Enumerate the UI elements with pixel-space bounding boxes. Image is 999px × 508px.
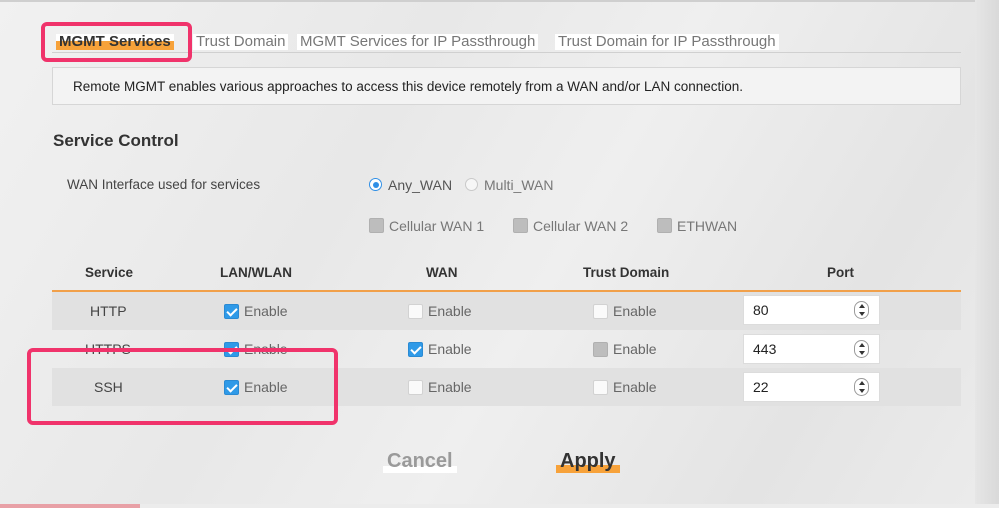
window-bottom-edge — [0, 504, 999, 508]
port-input-https[interactable]: 443 — [743, 334, 880, 364]
header-lan-wlan: LAN/WLAN — [220, 265, 292, 280]
window-top-edge — [0, 0, 999, 2]
spinner-icon[interactable] — [854, 301, 869, 319]
enable-label: Enable — [244, 303, 288, 319]
cellular-wan-1-label: Cellular WAN 1 — [389, 218, 485, 234]
checkbox-cellular-wan-1[interactable] — [369, 218, 384, 233]
checkbox-https-wan[interactable] — [408, 342, 423, 357]
checkbox-http-wan[interactable] — [408, 304, 423, 319]
highlight-box-ssh — [27, 348, 338, 425]
checkbox-cellular-wan-2[interactable] — [513, 218, 528, 233]
enable-label: Enable — [428, 341, 472, 357]
tab-trust-domain[interactable]: Trust Domain — [193, 34, 289, 50]
tab-mgmt-services-ip-passthrough[interactable]: MGMT Services for IP Passthrough — [297, 34, 539, 50]
enable-label: Enable — [613, 379, 657, 395]
table-row-http: HTTP Enable Enable Enable 80 — [52, 292, 961, 330]
enable-label: Enable — [613, 303, 657, 319]
port-value: 22 — [753, 379, 769, 395]
radio-multi-wan[interactable] — [465, 178, 478, 191]
radio-multi-wan-label: Multi_WAN — [484, 177, 554, 193]
enable-label: Enable — [613, 341, 657, 357]
checkbox-ssh-wan[interactable] — [408, 380, 423, 395]
wan-interface-label: WAN Interface used for services — [67, 177, 261, 192]
highlight-box-tab — [41, 22, 192, 62]
radio-any-wan[interactable] — [369, 178, 382, 191]
enable-label: Enable — [428, 303, 472, 319]
spinner-icon[interactable] — [854, 378, 869, 396]
radio-any-wan-label: Any_WAN — [388, 177, 453, 193]
ethwan-label: ETHWAN — [677, 218, 738, 234]
window-right-edge — [975, 0, 999, 508]
checkbox-ssh-trust[interactable] — [593, 380, 608, 395]
checkbox-http-lan[interactable] — [224, 304, 239, 319]
port-input-ssh[interactable]: 22 — [743, 372, 880, 402]
window-bottom-accent — [0, 504, 140, 508]
checkbox-ethwan[interactable] — [657, 218, 672, 233]
enable-label: Enable — [428, 379, 472, 395]
header-port: Port — [827, 265, 854, 280]
header-wan: WAN — [426, 265, 458, 280]
port-input-http[interactable]: 80 — [743, 295, 880, 325]
checkbox-http-trust[interactable] — [593, 304, 608, 319]
header-service: Service — [85, 265, 134, 280]
section-title: Service Control — [53, 131, 179, 150]
apply-button[interactable]: Apply — [556, 450, 620, 473]
spinner-icon[interactable] — [854, 340, 869, 358]
cancel-button[interactable]: Cancel — [383, 450, 457, 473]
info-banner: Remote MGMT enables various approaches t… — [52, 67, 961, 105]
cellular-wan-2-label: Cellular WAN 2 — [533, 218, 629, 234]
service-name: HTTP — [90, 303, 127, 319]
header-trust-domain: Trust Domain — [583, 265, 670, 280]
tab-trust-domain-ip-passthrough[interactable]: Trust Domain for IP Passthrough — [555, 34, 779, 50]
checkbox-https-trust[interactable] — [593, 342, 608, 357]
port-value: 80 — [753, 302, 769, 318]
port-value: 443 — [753, 341, 777, 357]
